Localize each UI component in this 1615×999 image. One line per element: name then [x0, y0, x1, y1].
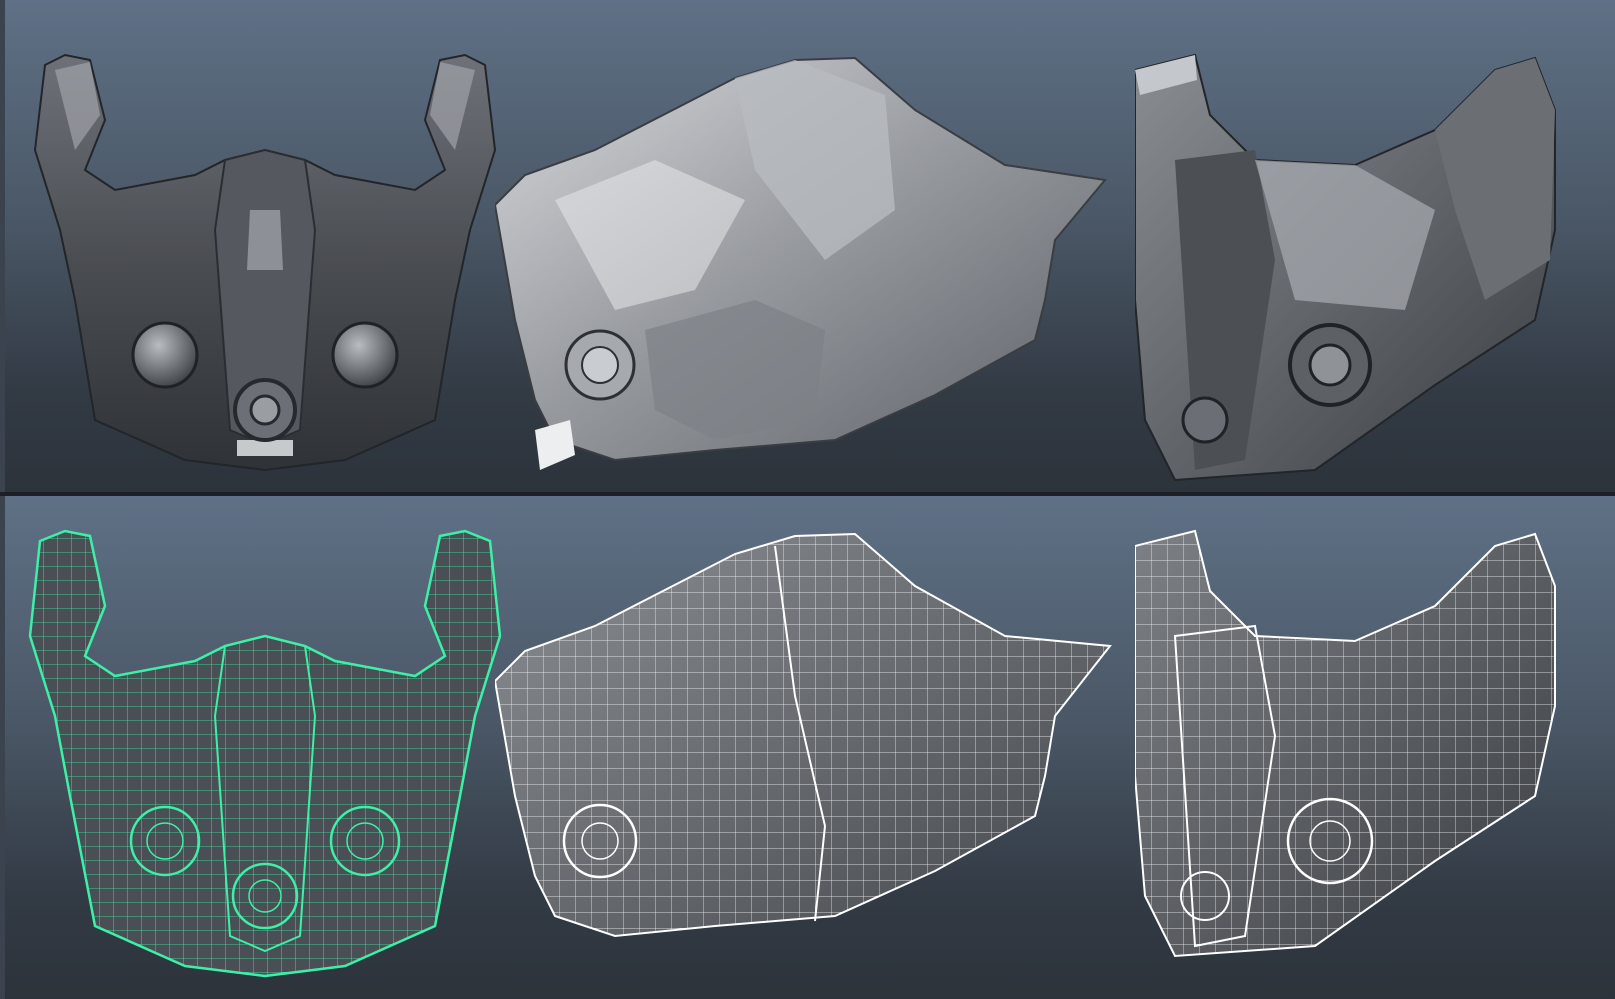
mask-front-shaded[interactable] — [15, 0, 515, 492]
mask-side-shaded[interactable] — [495, 0, 1115, 492]
mask-three-quarter-wireframe[interactable] — [1135, 496, 1600, 999]
mask-side-wireframe[interactable] — [495, 496, 1115, 999]
viewport-edge — [0, 0, 5, 492]
viewport-edge — [0, 496, 5, 999]
viewport-wireframe[interactable] — [0, 496, 1615, 999]
viewport-shaded[interactable] — [0, 0, 1615, 492]
mask-three-quarter-shaded[interactable] — [1135, 0, 1600, 492]
mask-front-wireframe-selected[interactable] — [15, 496, 515, 999]
